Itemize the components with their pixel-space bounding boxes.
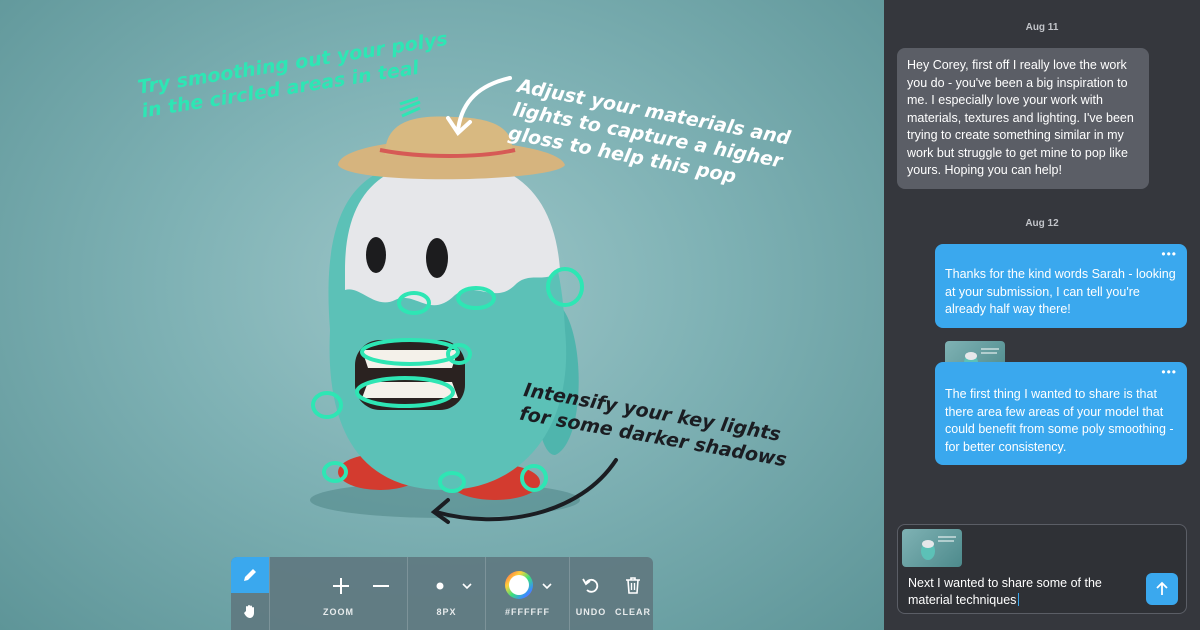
pencil-icon [244, 569, 256, 581]
message-outgoing: ••• Thanks for the kind words Sarah - lo… [935, 244, 1187, 328]
color-wheel-icon[interactable] [502, 568, 536, 602]
plus-icon [333, 578, 349, 594]
pen-tool-button[interactable] [231, 557, 269, 593]
pan-tool-button[interactable] [231, 593, 269, 629]
message-composer[interactable]: Next I wanted to share some of the mater… [897, 524, 1187, 614]
chevron-down-icon[interactable] [460, 577, 474, 595]
text-caret [1018, 593, 1020, 606]
clear-label: CLEAR [615, 607, 651, 617]
brush-dot-icon [434, 575, 446, 597]
date-separator: Aug 12 [1025, 218, 1059, 229]
hand-icon [244, 605, 254, 618]
zoom-group: ZOOM [269, 557, 407, 630]
arrow-up-icon [1156, 581, 1168, 595]
message-text: Thanks for the kind words Sarah - lookin… [945, 267, 1176, 316]
color-label: #FFFFFF [505, 607, 550, 617]
date-separator: Aug 11 [1025, 22, 1059, 33]
send-button[interactable] [1146, 573, 1178, 605]
message-text: The first thing I wanted to share is tha… [945, 387, 1174, 454]
drawing-toolbar: ZOOM 8PX #FFFFFF UNDO CLEAR [231, 557, 653, 630]
more-options-icon[interactable]: ••• [1161, 248, 1177, 260]
undo-button[interactable] [570, 557, 612, 630]
history-group: UNDO CLEAR [569, 557, 653, 630]
minus-icon [373, 585, 389, 587]
color-group[interactable]: #FFFFFF [485, 557, 569, 630]
brush-size-group[interactable]: 8PX [407, 557, 485, 630]
trash-icon [626, 576, 640, 594]
zoom-out-button[interactable] [370, 575, 392, 597]
undo-label: UNDO [575, 607, 607, 617]
clear-button[interactable] [612, 557, 653, 630]
message-incoming: Hey Corey, first off I really love the w… [897, 48, 1149, 189]
drawing-canvas[interactable]: Try smoothing out your polys in the circ… [0, 0, 884, 630]
zoom-in-button[interactable] [330, 575, 352, 597]
chat-panel: Aug 11 Hey Corey, first off I really lov… [884, 0, 1200, 630]
message-text: Hey Corey, first off I really love the w… [907, 58, 1134, 177]
zoom-label: ZOOM [323, 607, 354, 617]
undo-icon [582, 578, 599, 593]
more-options-icon[interactable]: ••• [1161, 366, 1177, 378]
composer-attachment-thumbnail[interactable] [902, 529, 962, 567]
character-render [310, 76, 618, 524]
chevron-down-icon[interactable] [540, 577, 554, 595]
brush-size-label: 8PX [436, 607, 457, 617]
message-outgoing: ••• The first thing I wanted to share is… [935, 362, 1187, 465]
composer-input[interactable]: Next I wanted to share some of the mater… [908, 575, 1138, 609]
